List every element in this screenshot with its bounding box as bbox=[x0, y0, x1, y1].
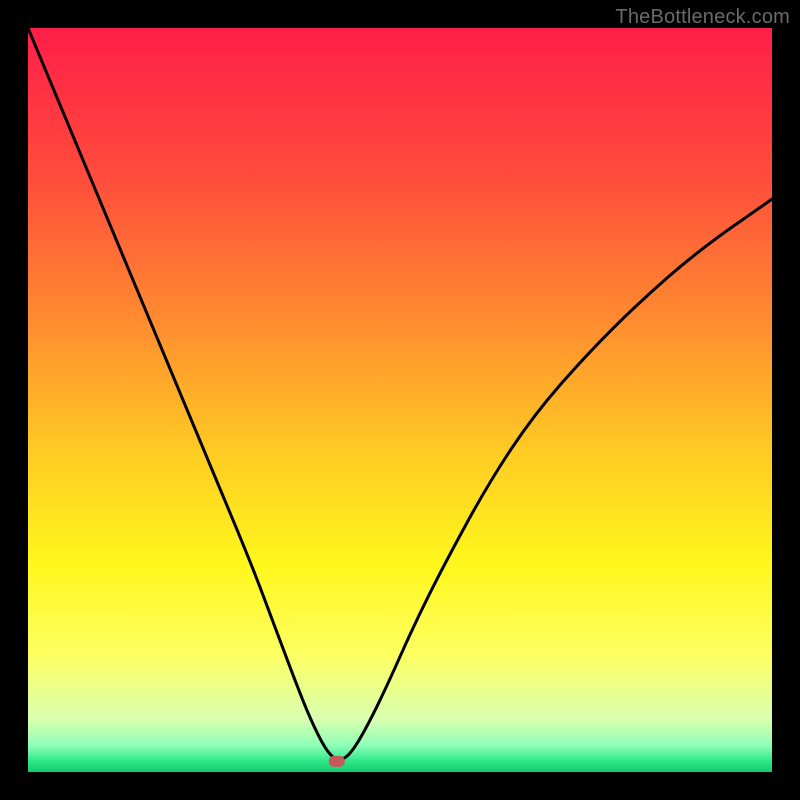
chart-background bbox=[28, 28, 772, 772]
chart-frame bbox=[28, 28, 772, 772]
optimal-marker bbox=[329, 756, 345, 767]
watermark-text: TheBottleneck.com bbox=[615, 6, 790, 29]
bottleneck-chart bbox=[28, 28, 772, 772]
